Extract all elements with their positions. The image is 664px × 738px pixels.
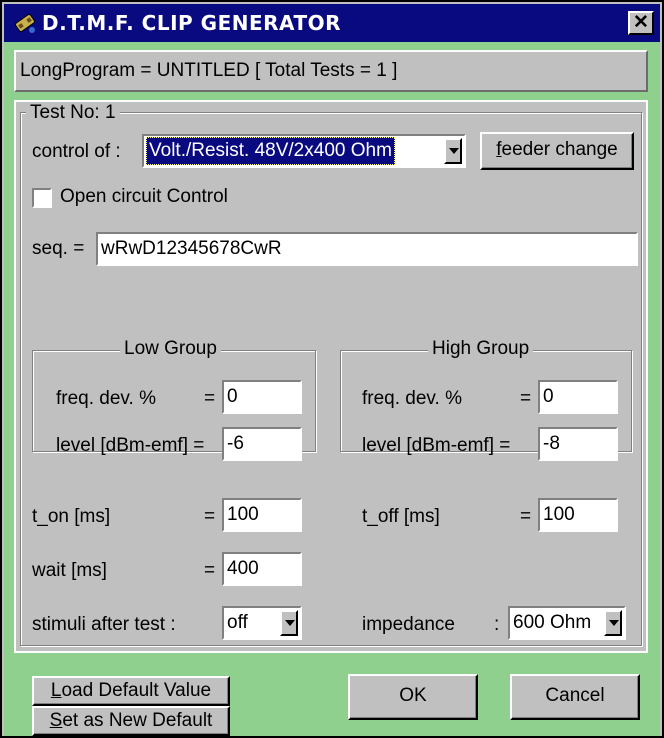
load-default-value-button[interactable]: Load Default Value xyxy=(32,676,230,706)
high-level-label: level [dBm-emf] = xyxy=(362,435,511,456)
set-as-new-default-button[interactable]: Set as New Default xyxy=(32,706,230,736)
wait-input[interactable]: 400 xyxy=(222,552,302,586)
close-icon: ✕ xyxy=(633,12,649,33)
impedance-colon: : xyxy=(494,614,500,635)
app-icon xyxy=(15,14,35,33)
ok-button[interactable]: OK xyxy=(348,674,478,720)
chevron-down-icon[interactable] xyxy=(444,138,462,164)
stimuli-after-test-value: off xyxy=(227,612,248,633)
high-group-title: High Group xyxy=(428,338,534,360)
open-circuit-checkbox[interactable] xyxy=(32,188,52,208)
program-status: LongProgram = UNTITLED [ Total Tests = 1… xyxy=(14,50,648,92)
dtmf-clip-generator-window: D.T.M.F. CLIP GENERATOR ✕ LongProgram = … xyxy=(0,0,664,738)
wait-label: wait [ms] xyxy=(32,560,107,581)
open-circuit-label: Open circuit Control xyxy=(60,186,228,207)
close-button[interactable]: ✕ xyxy=(628,11,654,35)
high-level-input[interactable]: -8 xyxy=(538,427,618,461)
t-on-label: t_on [ms] xyxy=(32,506,111,527)
t-on-eq: = xyxy=(204,506,216,527)
test-panel: Test No: 1 control of : Volt./Resist. 48… xyxy=(14,100,648,653)
control-of-value: Volt./Resist. 48V/2x400 Ohm xyxy=(146,137,395,165)
chevron-down-icon[interactable] xyxy=(604,610,622,636)
feeder-change-button[interactable]: feeder change xyxy=(480,132,634,170)
title-bar: D.T.M.F. CLIP GENERATOR ✕ xyxy=(4,4,660,42)
seq-label: seq. = xyxy=(32,238,85,259)
impedance-select[interactable]: 600 Ohm xyxy=(508,606,626,640)
window-title: D.T.M.F. CLIP GENERATOR xyxy=(42,11,342,35)
t-off-eq: = xyxy=(520,506,532,527)
low-freq-dev-input[interactable]: 0 xyxy=(222,380,302,414)
t-off-input[interactable]: 100 xyxy=(538,498,618,532)
control-of-select[interactable]: Volt./Resist. 48V/2x400 Ohm xyxy=(142,134,466,168)
high-freq-dev-input[interactable]: 0 xyxy=(538,380,618,414)
t-off-label: t_off [ms] xyxy=(362,506,440,527)
low-group-title: Low Group xyxy=(120,338,221,360)
high-freq-dev-label: freq. dev. % xyxy=(362,388,462,409)
t-on-input[interactable]: 100 xyxy=(222,498,302,532)
stimuli-after-test-select[interactable]: off xyxy=(222,606,302,640)
wait-eq: = xyxy=(204,560,216,581)
test-number-label: Test No: 1 xyxy=(26,102,120,124)
control-of-label: control of : xyxy=(32,141,121,162)
low-level-label: level [dBm-emf] = xyxy=(56,435,205,456)
low-freq-dev-label: freq. dev. % xyxy=(56,388,156,409)
low-freq-dev-eq: = xyxy=(204,388,216,409)
high-freq-dev-eq: = xyxy=(520,388,532,409)
impedance-value: 600 Ohm xyxy=(513,612,592,633)
stimuli-after-test-label: stimuli after test : xyxy=(32,614,176,635)
chevron-down-icon[interactable] xyxy=(280,610,298,636)
cancel-button[interactable]: Cancel xyxy=(510,674,640,720)
impedance-label: impedance xyxy=(362,614,455,635)
low-level-input[interactable]: -6 xyxy=(222,427,302,461)
seq-input[interactable]: wRwD12345678CwR xyxy=(96,232,638,266)
dialog-body: LongProgram = UNTITLED [ Total Tests = 1… xyxy=(4,42,660,736)
